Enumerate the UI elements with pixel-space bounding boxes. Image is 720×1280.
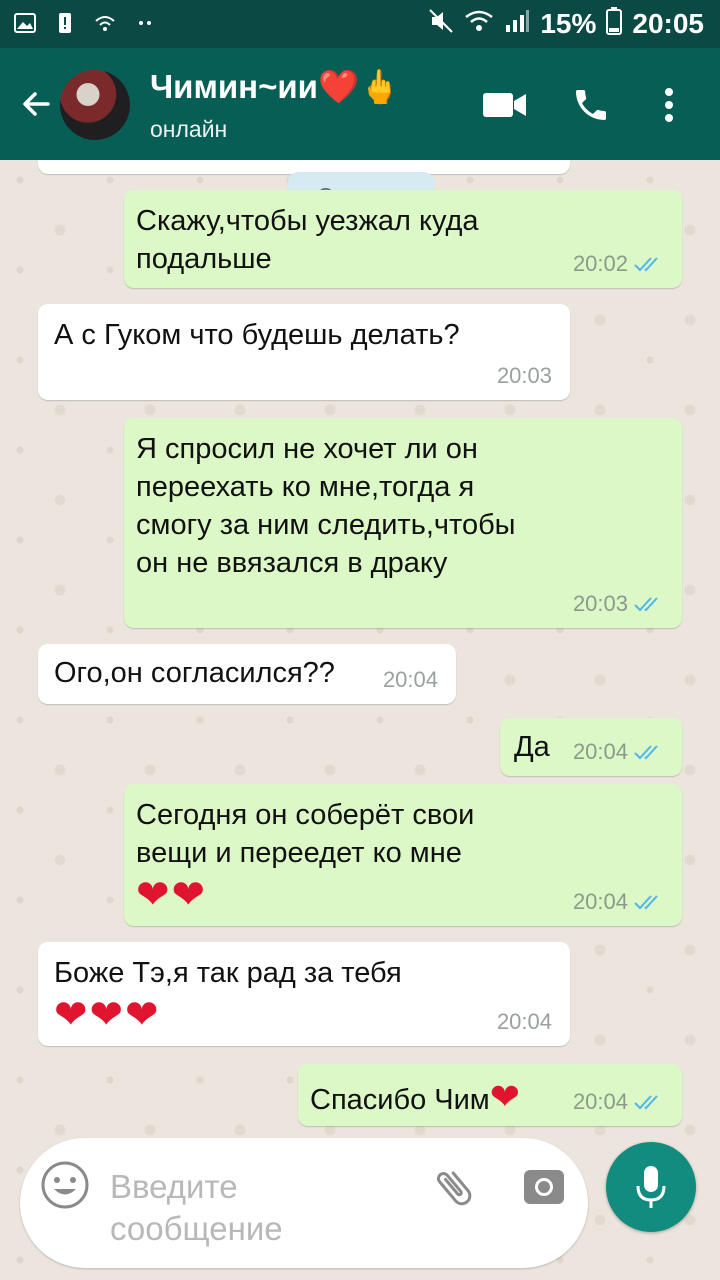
phone-icon xyxy=(576,90,606,120)
message-composer: Введите сообщение xyxy=(20,1138,588,1268)
alert-icon xyxy=(54,12,76,34)
read-ticks-icon xyxy=(634,1095,658,1110)
read-ticks-icon xyxy=(634,745,658,760)
message-text: Спасибо Чим xyxy=(310,1084,490,1116)
message-input[interactable]: Введите сообщение xyxy=(110,1166,410,1250)
message-time: 20:04 xyxy=(573,890,664,914)
attach-button[interactable] xyxy=(430,1164,478,1212)
wifi-alert-icon xyxy=(94,12,116,34)
message-text: Я спросил не хочет ли он переехать ко мн… xyxy=(136,433,516,579)
chat-area[interactable]: Сегодня Скажу,чтобы уезжал куда подальше… xyxy=(0,160,720,1280)
contact-status: онлайн xyxy=(150,116,228,142)
contact-avatar[interactable] xyxy=(60,70,130,140)
system-status: 15% 20:05 xyxy=(428,6,704,42)
message-bubble-incoming[interactable]: Ого,он согласился?? 20:04 xyxy=(38,644,456,704)
paperclip-icon xyxy=(436,1171,472,1206)
message-time: 20:03 xyxy=(573,592,664,616)
menu-button[interactable] xyxy=(646,82,692,128)
read-ticks-icon xyxy=(634,895,658,910)
camera-button[interactable] xyxy=(520,1162,568,1210)
message-time: 20:04 xyxy=(573,740,664,764)
emoji-icon xyxy=(41,1161,89,1209)
message-text: Ого,он согласился?? xyxy=(54,657,335,689)
heart-emoji: ❤❤ xyxy=(136,873,208,917)
video-call-button[interactable] xyxy=(482,82,528,128)
read-ticks-icon xyxy=(634,257,658,272)
heart-emoji: ❤❤❤ xyxy=(54,993,161,1037)
status-bar: 15% 20:05 xyxy=(0,0,720,48)
video-call-icon xyxy=(483,93,526,117)
emoji-button[interactable] xyxy=(40,1160,90,1210)
message-bubble-outgoing[interactable]: Сегодня он соберёт свои вещи и переедет … xyxy=(124,784,682,926)
message-time: 20:02 xyxy=(573,252,664,276)
battery-percent: 15% xyxy=(540,8,597,39)
battery-icon xyxy=(606,6,623,42)
message-text: Скажу,чтобы уезжал куда подальше xyxy=(136,205,479,275)
chat-header: Чимин~ии❤️🖕 онлайн xyxy=(0,48,720,160)
message-time: 20:03 xyxy=(496,363,552,388)
message-bubble-incoming[interactable]: Боже Тэ,я так рад за тебя ❤❤❤ 20:04 xyxy=(38,942,570,1046)
signal-icon xyxy=(504,8,530,40)
message-text: А с Гуком что будешь делать? xyxy=(54,319,460,351)
arrow-left-icon xyxy=(23,92,50,116)
wifi-icon xyxy=(464,8,494,40)
message-bubble-outgoing[interactable]: Спасибо Чим❤ 20:04 xyxy=(298,1064,682,1126)
message-text: Боже Тэ,я так рад за тебя xyxy=(54,957,402,989)
message-text: Сегодня он соберёт свои вещи и переедет … xyxy=(136,799,475,869)
more-notifications-icon xyxy=(134,12,156,34)
message-bubble-outgoing[interactable]: Да 20:04 xyxy=(500,718,682,776)
contact-name[interactable]: Чимин~ии❤️🖕 xyxy=(150,68,400,107)
message-bubble-outgoing[interactable]: Я спросил не хочет ли он переехать ко мн… xyxy=(124,418,682,628)
message-bubble-incoming[interactable]: А с Гуком что будешь делать? 20:03 xyxy=(38,304,570,400)
message-time: 20:04 xyxy=(382,667,438,692)
message-time: 20:04 xyxy=(496,1009,552,1034)
call-button[interactable] xyxy=(568,82,614,128)
message-time: 20:04 xyxy=(573,1090,664,1114)
message-bubble-outgoing[interactable]: Скажу,чтобы уезжал куда подальше 20:02 xyxy=(124,190,682,288)
mic-icon xyxy=(636,1166,666,1208)
heart-emoji: ❤ xyxy=(489,1076,522,1117)
voice-message-button[interactable] xyxy=(606,1142,696,1232)
camera-icon xyxy=(524,1170,564,1204)
gallery-icon xyxy=(14,12,36,34)
more-vert-icon xyxy=(665,88,673,122)
clock: 20:05 xyxy=(632,8,704,39)
notification-icons xyxy=(14,12,156,34)
read-ticks-icon xyxy=(634,597,658,612)
back-button[interactable] xyxy=(16,84,56,124)
mute-icon xyxy=(428,8,454,41)
